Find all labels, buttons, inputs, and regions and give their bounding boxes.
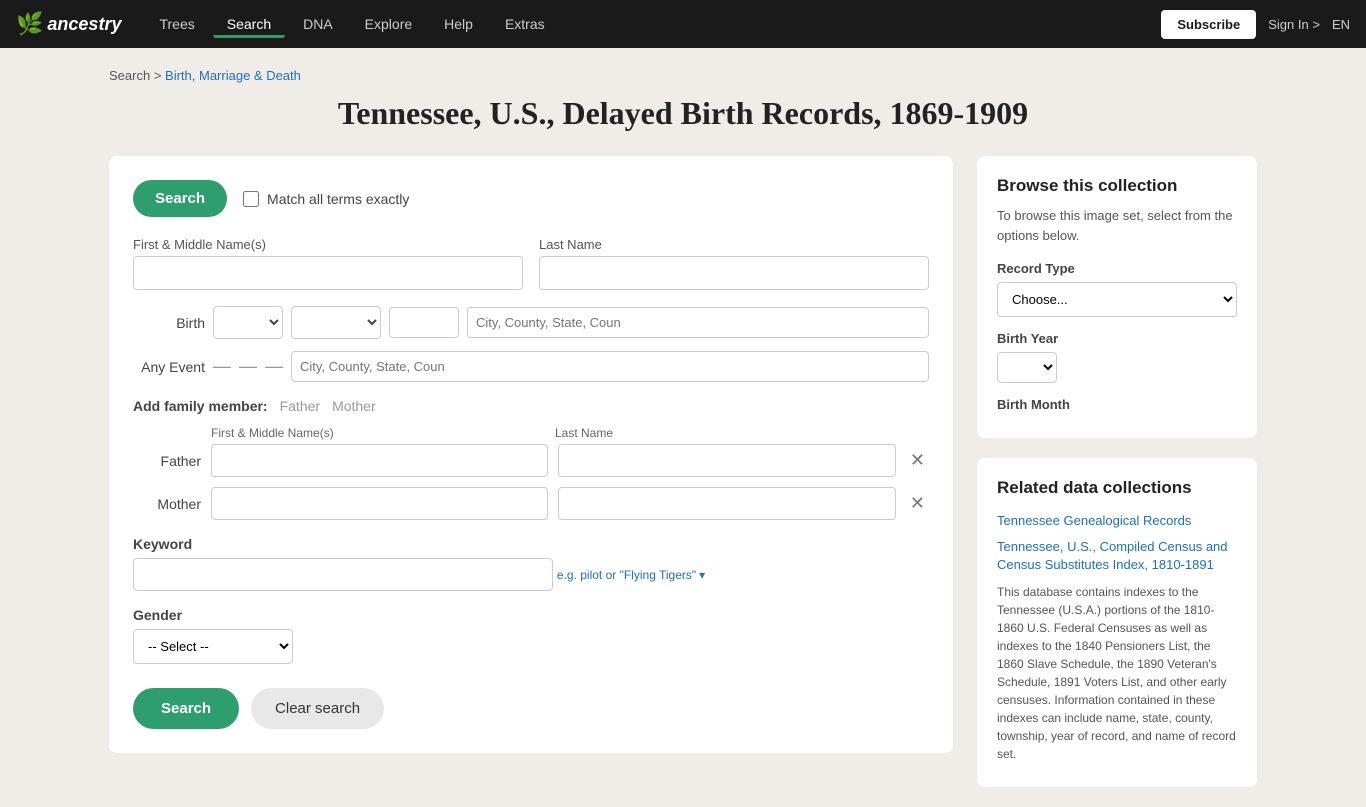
any-event-dash3: — bbox=[265, 356, 283, 377]
mother-label: Mother bbox=[133, 496, 201, 512]
birth-event-row: Birth bbox=[133, 306, 929, 339]
match-exact-label[interactable]: Match all terms exactly bbox=[243, 191, 409, 207]
logo-text: ancestry bbox=[47, 14, 121, 35]
right-panel: Browse this collection To browse this im… bbox=[977, 156, 1257, 787]
keyword-label: Keyword bbox=[133, 536, 929, 552]
any-event-dash2: — bbox=[239, 356, 257, 377]
browse-collection-desc: To browse this image set, select from th… bbox=[997, 206, 1237, 245]
birth-location-input[interactable] bbox=[467, 307, 929, 338]
add-family-row: Add family member: Father Mother bbox=[133, 398, 929, 414]
nav-dna[interactable]: DNA bbox=[289, 10, 347, 38]
two-column-layout: Search Match all terms exactly First & M… bbox=[109, 156, 1257, 787]
birth-month-select[interactable] bbox=[291, 306, 381, 339]
add-father-link[interactable]: Father bbox=[280, 398, 320, 414]
add-family-label: Add family member: bbox=[133, 398, 268, 414]
mother-row: Mother ✕ bbox=[133, 487, 929, 520]
search-button-top[interactable]: Search bbox=[133, 180, 227, 217]
navbar: 🌿 ancestry Trees Search DNA Explore Help… bbox=[0, 0, 1366, 48]
last-name-input[interactable] bbox=[539, 256, 929, 290]
birth-year-input[interactable] bbox=[389, 307, 459, 338]
record-type-select[interactable]: Choose... bbox=[997, 282, 1237, 317]
nav-right: Subscribe Sign In > EN bbox=[1161, 10, 1350, 39]
record-type-label: Record Type bbox=[997, 261, 1237, 276]
any-event-dash1: — bbox=[213, 356, 231, 377]
page-title: Tennessee, U.S., Delayed Birth Records, … bbox=[109, 95, 1257, 132]
last-name-label: Last Name bbox=[539, 237, 929, 252]
breadcrumb-birth-marriage-death[interactable]: Birth, Marriage & Death bbox=[165, 68, 301, 83]
breadcrumb-separator: > bbox=[154, 68, 165, 83]
name-row: First & Middle Name(s) Last Name bbox=[133, 237, 929, 290]
father-last-name-input[interactable] bbox=[558, 444, 895, 477]
main-content: Search > Birth, Marriage & Death Tenness… bbox=[93, 48, 1273, 807]
birth-year-select[interactable] bbox=[997, 352, 1057, 383]
ancestry-leaf-icon: 🌿 bbox=[16, 11, 43, 37]
keyword-hint[interactable]: e.g. pilot or "Flying Tigers" ▾ bbox=[557, 568, 705, 582]
last-name-group: Last Name bbox=[539, 237, 929, 290]
search-panel: Search Match all terms exactly First & M… bbox=[109, 156, 953, 753]
breadcrumb: Search > Birth, Marriage & Death bbox=[109, 68, 1257, 83]
birth-day-select[interactable] bbox=[213, 306, 283, 339]
nav-search[interactable]: Search bbox=[213, 10, 285, 38]
signin-button[interactable]: Sign In > bbox=[1268, 17, 1320, 32]
subscribe-button[interactable]: Subscribe bbox=[1161, 10, 1256, 39]
nav-links: Trees Search DNA Explore Help Extras bbox=[145, 10, 1161, 38]
nav-extras[interactable]: Extras bbox=[491, 10, 559, 38]
browse-collection-title: Browse this collection bbox=[997, 176, 1237, 196]
related-collections-title: Related data collections bbox=[997, 478, 1237, 498]
keyword-section: Keyword e.g. pilot or "Flying Tigers" ▾ bbox=[133, 536, 929, 591]
nav-explore[interactable]: Explore bbox=[351, 10, 426, 38]
any-event-label: Any Event bbox=[133, 359, 205, 375]
bottom-buttons: Search Clear search bbox=[133, 688, 929, 729]
birth-label: Birth bbox=[133, 315, 205, 331]
remove-father-button[interactable]: ✕ bbox=[906, 450, 929, 471]
family-member-headers: First & Middle Name(s) Last Name bbox=[211, 426, 929, 440]
add-mother-link[interactable]: Mother bbox=[332, 398, 376, 414]
family-last-name-header: Last Name bbox=[555, 426, 889, 440]
nav-help[interactable]: Help bbox=[430, 10, 487, 38]
related-collections-card: Related data collections Tennessee Genea… bbox=[977, 458, 1257, 787]
father-row: Father ✕ bbox=[133, 444, 929, 477]
browse-collection-card: Browse this collection To browse this im… bbox=[977, 156, 1257, 438]
birth-year-label: Birth Year bbox=[997, 331, 1237, 346]
first-middle-input[interactable] bbox=[133, 256, 523, 290]
search-header: Search Match all terms exactly bbox=[133, 180, 929, 217]
birth-month-label: Birth Month bbox=[997, 397, 1237, 412]
nav-trees[interactable]: Trees bbox=[145, 10, 208, 38]
father-label: Father bbox=[133, 453, 201, 469]
related-desc-1: This database contains indexes to the Te… bbox=[997, 583, 1237, 763]
father-first-middle-input[interactable] bbox=[211, 444, 548, 477]
related-link-1[interactable]: Tennessee, U.S., Compiled Census and Cen… bbox=[997, 538, 1237, 574]
logo[interactable]: 🌿 ancestry bbox=[16, 11, 121, 37]
gender-label: Gender bbox=[133, 607, 929, 623]
match-exact-checkbox[interactable] bbox=[243, 191, 259, 207]
search-button-bottom[interactable]: Search bbox=[133, 688, 239, 729]
any-event-location-input[interactable] bbox=[291, 351, 929, 382]
family-first-middle-header: First & Middle Name(s) bbox=[211, 426, 545, 440]
remove-mother-button[interactable]: ✕ bbox=[906, 493, 929, 514]
related-link-0[interactable]: Tennessee Genealogical Records bbox=[997, 512, 1237, 530]
keyword-input[interactable] bbox=[133, 558, 553, 591]
gender-section: Gender -- Select -- Male Female bbox=[133, 607, 929, 664]
first-middle-group: First & Middle Name(s) bbox=[133, 237, 523, 290]
language-button[interactable]: EN bbox=[1332, 17, 1350, 32]
gender-select[interactable]: -- Select -- Male Female bbox=[133, 629, 293, 664]
mother-first-middle-input[interactable] bbox=[211, 487, 548, 520]
mother-last-name-input[interactable] bbox=[558, 487, 895, 520]
any-event-row: Any Event — — — bbox=[133, 351, 929, 382]
breadcrumb-search: Search bbox=[109, 68, 150, 83]
clear-search-button[interactable]: Clear search bbox=[251, 688, 384, 729]
first-middle-label: First & Middle Name(s) bbox=[133, 237, 523, 252]
